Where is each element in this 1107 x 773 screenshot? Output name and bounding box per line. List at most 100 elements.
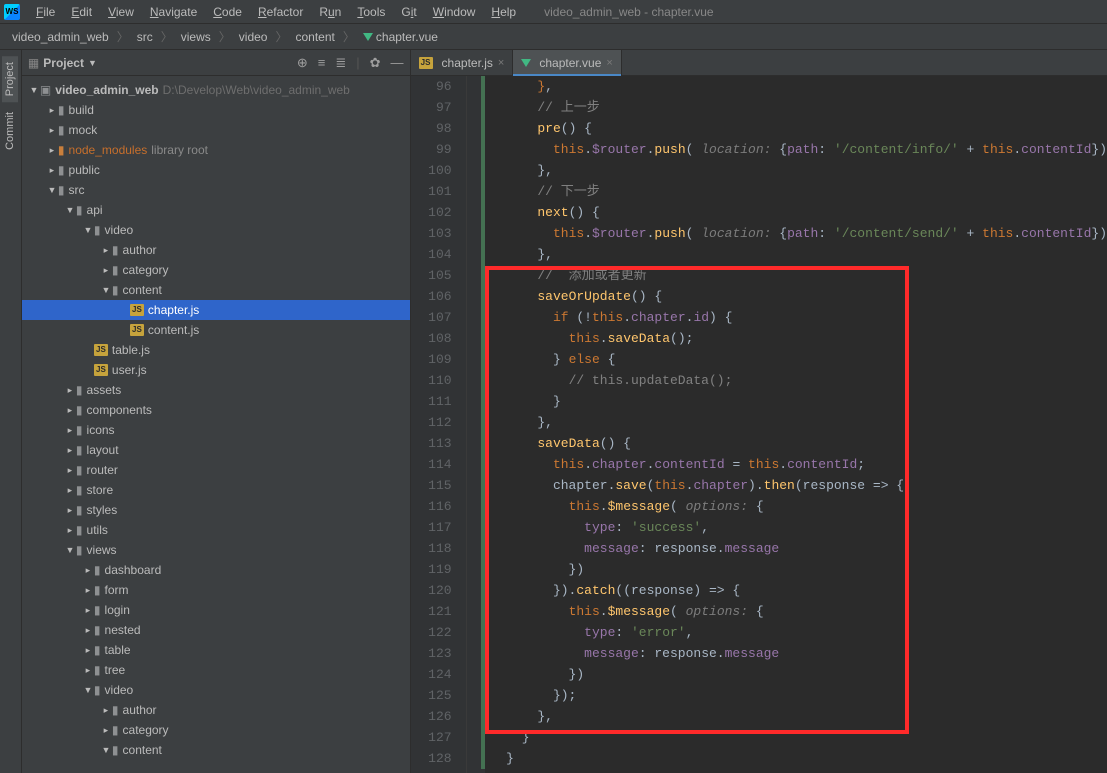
tree-twistie-icon[interactable]: ▼ [82, 685, 94, 695]
tree-twistie-icon[interactable]: ▸ [46, 125, 58, 136]
tree-item-content[interactable]: ▼▮content [22, 280, 410, 300]
tree-twistie-icon[interactable]: ▸ [46, 165, 58, 176]
menu-window[interactable]: Window [425, 3, 484, 21]
tree-twistie-icon[interactable]: ▼ [100, 745, 112, 755]
tree-item-author[interactable]: ▸▮author [22, 240, 410, 260]
tree-item-table[interactable]: ▸▮table [22, 640, 410, 660]
menu-run[interactable]: Run [311, 3, 349, 21]
breadcrumb-item[interactable]: content [292, 29, 339, 45]
code-line[interactable]: this.saveData(); [491, 328, 1107, 349]
close-icon[interactable]: × [498, 57, 504, 69]
code-line[interactable]: // this.updateData(); [491, 370, 1107, 391]
menu-edit[interactable]: Edit [63, 3, 100, 21]
code-line[interactable]: }).catch((response) => { [491, 580, 1107, 601]
close-icon[interactable]: × [606, 57, 612, 69]
tree-twistie-icon[interactable]: ▸ [64, 405, 76, 416]
code-line[interactable]: }); [491, 685, 1107, 706]
code-content[interactable]: }, // 上一步 pre() { this.$router.push( loc… [485, 76, 1107, 773]
code-line[interactable]: // 添加或者更新 [491, 265, 1107, 286]
tree-item-icons[interactable]: ▸▮icons [22, 420, 410, 440]
hide-panel-icon[interactable]: — [391, 55, 404, 71]
project-panel-collapse-icon[interactable]: ▦ [28, 56, 39, 70]
tree-item-author[interactable]: ▸▮author [22, 700, 410, 720]
tree-twistie-icon[interactable]: ▸ [82, 565, 94, 576]
tree-item-store[interactable]: ▸▮store [22, 480, 410, 500]
tree-item-mock[interactable]: ▸▮mock [22, 120, 410, 140]
code-line[interactable]: next() { [491, 202, 1107, 223]
code-line[interactable]: this.$router.push( location: {path: '/co… [491, 139, 1107, 160]
code-line[interactable]: message: response.message [491, 538, 1107, 559]
tree-item-video[interactable]: ▼▮video [22, 680, 410, 700]
breadcrumb-item[interactable]: video_admin_web [8, 29, 113, 45]
code-line[interactable]: }) [491, 559, 1107, 580]
tree-item-category[interactable]: ▸▮category [22, 260, 410, 280]
tree-item-components[interactable]: ▸▮components [22, 400, 410, 420]
tree-item-content[interactable]: ▼▮content [22, 740, 410, 760]
tree-item-utils[interactable]: ▸▮utils [22, 520, 410, 540]
code-line[interactable]: // 上一步 [491, 97, 1107, 118]
tree-twistie-icon[interactable]: ▸ [100, 245, 112, 256]
tree-twistie-icon[interactable]: ▸ [82, 625, 94, 636]
tree-item-video[interactable]: ▼▮video [22, 220, 410, 240]
code-line[interactable]: }, [491, 412, 1107, 433]
tree-root[interactable]: ▼ ▣ video_admin_web D:\Develop\Web\video… [22, 80, 410, 100]
tree-twistie-icon[interactable]: ▼ [64, 205, 76, 215]
project-tool-tab[interactable]: Project [2, 56, 18, 102]
commit-tool-tab[interactable]: Commit [2, 106, 18, 156]
tree-item-category[interactable]: ▸▮category [22, 720, 410, 740]
code-line[interactable]: type: 'success', [491, 517, 1107, 538]
menu-help[interactable]: Help [483, 3, 524, 21]
tree-item-user-js[interactable]: JSuser.js [22, 360, 410, 380]
gear-icon[interactable]: ✿ [370, 55, 381, 71]
expand-all-icon[interactable]: ≡ [318, 55, 326, 71]
tree-item-content-js[interactable]: JScontent.js [22, 320, 410, 340]
code-line[interactable]: // 下一步 [491, 181, 1107, 202]
code-line[interactable]: }) [491, 664, 1107, 685]
code-line[interactable]: }, [491, 160, 1107, 181]
code-line[interactable]: }, [491, 706, 1107, 727]
code-line[interactable]: } [491, 727, 1107, 748]
tree-twistie-icon[interactable]: ▸ [64, 445, 76, 456]
code-line[interactable]: } [491, 391, 1107, 412]
project-tree[interactable]: ▼ ▣ video_admin_web D:\Develop\Web\video… [22, 76, 410, 773]
code-line[interactable]: chapter.save(this.chapter).then(response… [491, 475, 1107, 496]
tree-twistie-icon[interactable]: ▸ [82, 645, 94, 656]
tree-twistie-icon[interactable]: ▸ [100, 265, 112, 276]
tree-item-api[interactable]: ▼▮api [22, 200, 410, 220]
breadcrumb-item[interactable]: views [177, 29, 215, 45]
tree-twistie-icon[interactable]: ▸ [64, 485, 76, 496]
tree-twistie-icon[interactable]: ▸ [64, 465, 76, 476]
locate-icon[interactable]: ⊕ [297, 55, 308, 71]
tree-item-chapter-js[interactable]: JSchapter.js [22, 300, 410, 320]
project-panel-title[interactable]: Project [43, 56, 84, 70]
tree-twistie-icon[interactable]: ▸ [46, 105, 58, 116]
tree-twistie-icon[interactable]: ▸ [46, 145, 58, 156]
tree-twistie-icon[interactable]: ▸ [64, 525, 76, 536]
tree-twistie-icon[interactable]: ▼ [100, 285, 112, 295]
code-line[interactable]: saveOrUpdate() { [491, 286, 1107, 307]
tree-twistie-icon[interactable]: ▼ [46, 185, 58, 195]
tree-item-views[interactable]: ▼▮views [22, 540, 410, 560]
tree-twistie-icon[interactable]: ▸ [64, 385, 76, 396]
tree-twistie-icon[interactable]: ▼ [64, 545, 76, 555]
tree-item-assets[interactable]: ▸▮assets [22, 380, 410, 400]
collapse-all-icon[interactable]: ≣ [335, 55, 346, 71]
code-line[interactable]: }, [491, 76, 1107, 97]
breadcrumb-item[interactable]: src [133, 29, 157, 45]
code-line[interactable]: message: response.message [491, 643, 1107, 664]
menu-git[interactable]: Git [393, 3, 424, 21]
tree-item-styles[interactable]: ▸▮styles [22, 500, 410, 520]
tree-twistie-icon[interactable]: ▸ [82, 605, 94, 616]
code-editor[interactable]: 9697989910010110210310410510610710810911… [411, 76, 1107, 773]
tree-item-tree[interactable]: ▸▮tree [22, 660, 410, 680]
tree-item-public[interactable]: ▸▮public [22, 160, 410, 180]
tree-twistie-icon[interactable]: ▸ [82, 585, 94, 596]
code-line[interactable]: } [491, 748, 1107, 769]
tree-item-nested[interactable]: ▸▮nested [22, 620, 410, 640]
tree-item-layout[interactable]: ▸▮layout [22, 440, 410, 460]
code-line[interactable]: saveData() { [491, 433, 1107, 454]
code-line[interactable]: this.$message( options: { [491, 496, 1107, 517]
code-line[interactable]: }, [491, 244, 1107, 265]
code-line[interactable]: this.$router.push( location: {path: '/co… [491, 223, 1107, 244]
tree-item-form[interactable]: ▸▮form [22, 580, 410, 600]
